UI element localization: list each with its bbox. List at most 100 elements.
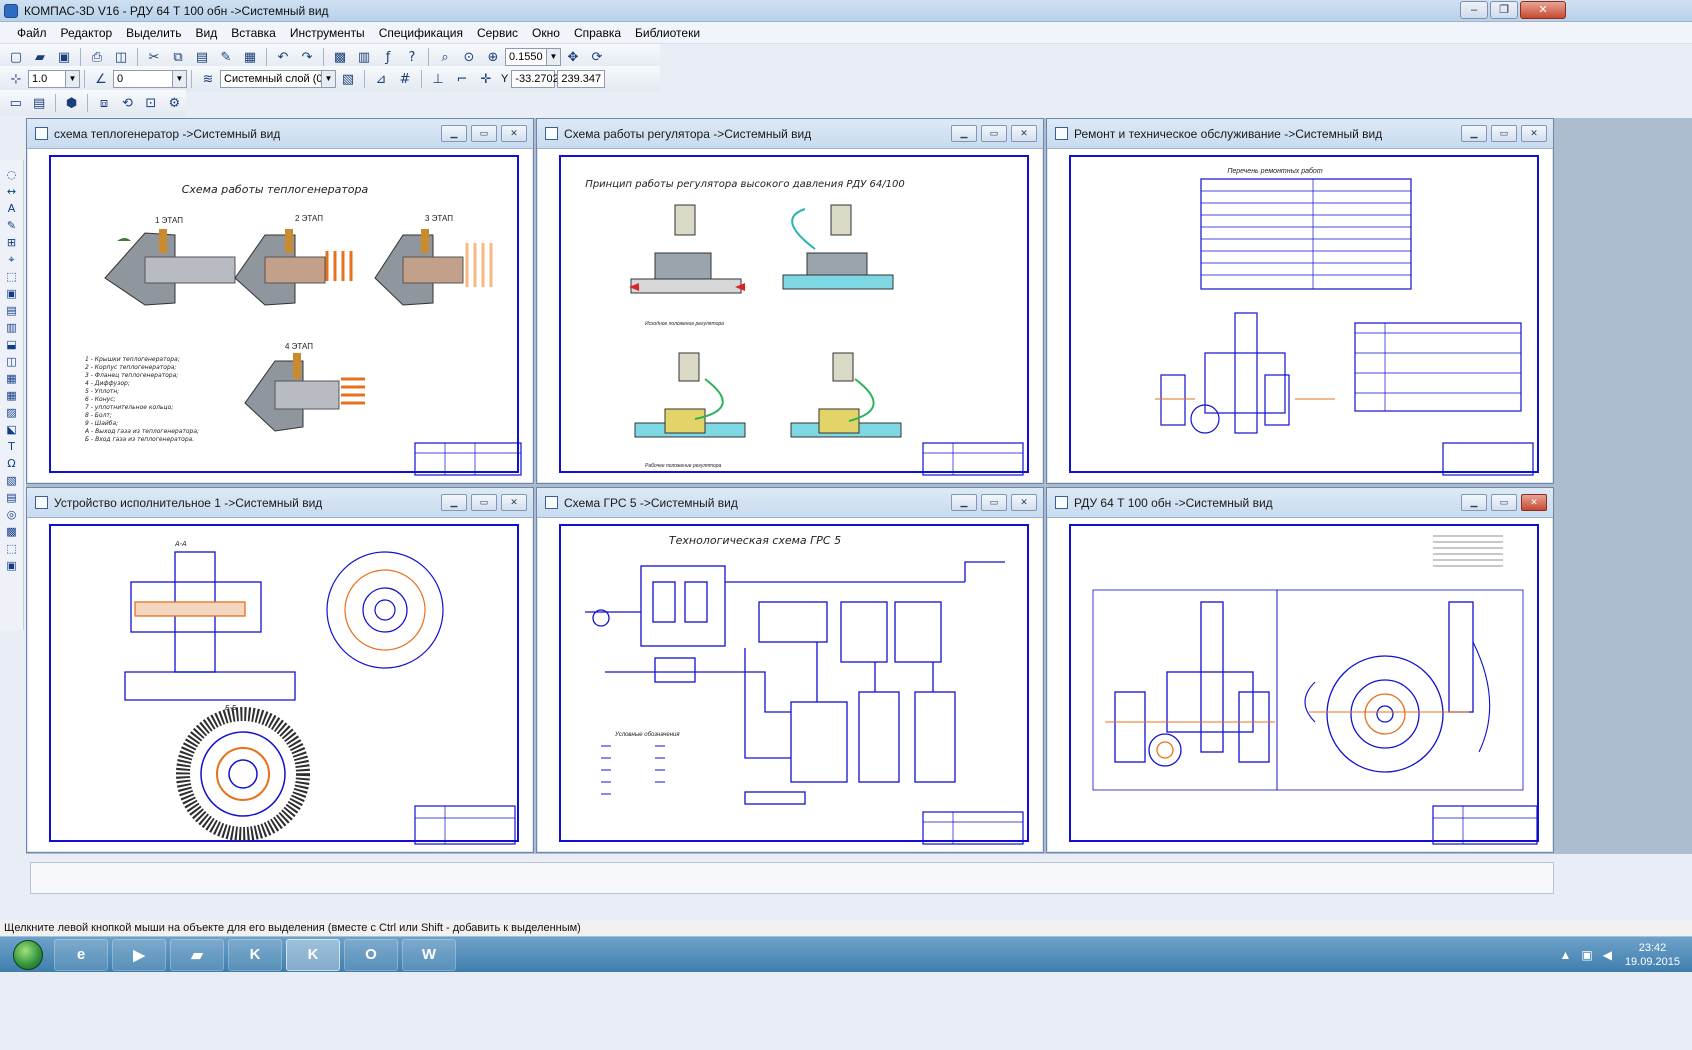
zoom-combo[interactable]: 0.1550 ▼ — [505, 48, 561, 66]
local-cs-icon[interactable]: ⊥ — [427, 68, 449, 90]
document-header[interactable]: схема теплогенератор ->Системный вид ▁ ▭… — [27, 119, 533, 149]
volume-icon[interactable]: ◀ — [1603, 948, 1612, 962]
misc-icon[interactable]: ⬚ — [3, 541, 21, 556]
tray-arrow-icon[interactable]: ▲ — [1559, 948, 1571, 962]
print-icon[interactable]: ⎙ — [86, 46, 108, 68]
layer-props-icon[interactable]: ▧ — [337, 68, 359, 90]
print-stack-icon[interactable]: ▤ — [28, 92, 49, 114]
menu-view[interactable]: Вид — [189, 26, 225, 40]
layer-combo[interactable]: Системный слой (0) ▼ — [220, 70, 336, 88]
macro-icon[interactable]: ⬕ — [3, 422, 21, 437]
properties-icon[interactable]: ▦ — [239, 46, 261, 68]
drawing-area[interactable]: Перечень ремонтных работ — [1055, 153, 1545, 477]
menu-tools[interactable]: Инструменты — [283, 26, 372, 40]
step-combo[interactable]: 1.0 ▼ — [28, 70, 80, 88]
text-icon[interactable]: T — [3, 439, 21, 454]
clock[interactable]: 23:42 19.09.2015 — [1625, 941, 1680, 969]
image-icon[interactable]: ▣ — [3, 558, 21, 573]
explorer-icon[interactable]: ▰ — [170, 938, 224, 971]
doc-minimize-button[interactable]: ▁ — [951, 494, 977, 511]
dimension-icon[interactable]: ↔ — [3, 184, 21, 199]
doc-minimize-button[interactable]: ▁ — [441, 494, 467, 511]
doc-restore-button[interactable]: ▭ — [1491, 494, 1517, 511]
help-pointer-icon[interactable]: ? — [401, 46, 423, 68]
measure-icon[interactable]: ⌖ — [3, 252, 21, 267]
open-folder-icon[interactable]: ▰ — [29, 46, 51, 68]
pipe-icon[interactable]: ◎ — [3, 507, 21, 522]
drawing-area[interactable]: А-А Б-Б — [35, 522, 525, 846]
kompas-icon[interactable]: K — [228, 938, 282, 971]
drawing-area[interactable]: Технологическая схема ГРС 5 Условные обо… — [545, 522, 1035, 846]
coord-y-field[interactable]: 239.347 — [557, 70, 606, 88]
designation-icon[interactable]: А — [3, 201, 21, 216]
zoom-all-icon[interactable]: ⊙ — [458, 46, 480, 68]
pan-icon[interactable]: ✥ — [562, 46, 584, 68]
undo-icon[interactable]: ↶ — [272, 46, 294, 68]
menu-window[interactable]: Окно — [525, 26, 567, 40]
doc-close-button[interactable]: ✕ — [1011, 125, 1037, 142]
kompas-active-icon[interactable]: K — [286, 938, 340, 971]
redo-icon[interactable]: ↷ — [296, 46, 318, 68]
variables-fx-icon[interactable]: ƒ — [377, 46, 399, 68]
angle-icon[interactable]: ∠ — [90, 68, 112, 90]
layers-panel-icon[interactable]: ▦ — [3, 371, 21, 386]
cursor-snap-icon[interactable]: ✛ — [475, 68, 497, 90]
document-window-1[interactable]: схема теплогенератор ->Системный вид ▁ ▭… — [26, 118, 534, 484]
menu-help[interactable]: Справка — [567, 26, 628, 40]
fragment-icon[interactable]: ◫ — [3, 354, 21, 369]
document-window-2[interactable]: Схема работы регулятора ->Системный вид … — [536, 118, 1044, 484]
ortho-icon[interactable]: ⊿ — [370, 68, 392, 90]
doc-minimize-button[interactable]: ▁ — [951, 125, 977, 142]
geometry-icon[interactable]: ◌ — [3, 167, 21, 182]
bom-icon[interactable]: ▤ — [3, 490, 21, 505]
ie-icon[interactable]: e — [54, 938, 108, 971]
document-header[interactable]: Схема ГРС 5 ->Системный вид ▁ ▭ ✕ — [537, 488, 1043, 518]
opera-icon[interactable]: O — [344, 938, 398, 971]
doc-restore-button[interactable]: ▭ — [471, 494, 497, 511]
association-icon[interactable]: ⧈ — [93, 92, 114, 114]
manager-icon[interactable]: ▩ — [329, 46, 351, 68]
print-preview-icon[interactable]: ◫ — [110, 46, 132, 68]
start-button[interactable] — [6, 938, 50, 972]
associative-views-icon[interactable]: ▣ — [3, 286, 21, 301]
new-document-icon[interactable]: ▢ — [5, 46, 27, 68]
edit-icon[interactable]: ✎ — [3, 218, 21, 233]
drawing-area[interactable] — [1055, 522, 1545, 846]
snap-icon[interactable]: ⊹ — [5, 68, 27, 90]
document-window-6[interactable]: РДУ 64 Т 100 обн ->Системный вид ▁ ▭ ✕ — [1046, 487, 1554, 853]
save-icon[interactable]: ▣ — [53, 46, 75, 68]
layers-icon[interactable]: ≋ — [197, 68, 219, 90]
format-brush-icon[interactable]: ✎ — [215, 46, 237, 68]
zoom-window-icon[interactable]: ⌕ — [434, 46, 456, 68]
hatch-icon[interactable]: ▧ — [3, 473, 21, 488]
grid-icon[interactable]: # — [394, 68, 416, 90]
insert-icon[interactable]: ⬓ — [3, 337, 21, 352]
document-window-5[interactable]: Схема ГРС 5 ->Системный вид ▁ ▭ ✕ Технол… — [536, 487, 1044, 853]
menu-libraries[interactable]: Библиотеки — [628, 26, 707, 40]
check-icon[interactable]: ⊡ — [140, 92, 161, 114]
drawing-area[interactable]: Схема работы теплогенератора 1 ЭТАП 2 ЭТ… — [35, 153, 525, 477]
drawing-icon[interactable]: ▭ — [5, 92, 26, 114]
document-header-active[interactable]: РДУ 64 Т 100 обн ->Системный вид ▁ ▭ ✕ — [1047, 488, 1553, 518]
doc-restore-button[interactable]: ▭ — [1491, 125, 1517, 142]
media-player-icon[interactable]: ▶ — [112, 938, 166, 971]
word-icon[interactable]: W — [402, 938, 456, 971]
settings-icon[interactable]: ⚙ — [164, 92, 185, 114]
doc-close-button[interactable]: ✕ — [501, 494, 527, 511]
doc-restore-button[interactable]: ▭ — [981, 125, 1007, 142]
document-header[interactable]: Ремонт и техническое обслуживание ->Сист… — [1047, 119, 1553, 149]
close-button[interactable]: ✕ — [1520, 1, 1566, 19]
doc-close-button[interactable]: ✕ — [1521, 494, 1547, 511]
menu-specification[interactable]: Спецификация — [372, 26, 470, 40]
doc-restore-button[interactable]: ▭ — [981, 494, 1007, 511]
menu-insert[interactable]: Вставка — [224, 26, 283, 40]
cut-icon[interactable]: ✂ — [143, 46, 165, 68]
menu-editor[interactable]: Редактор — [54, 26, 120, 40]
document-window-3[interactable]: Ремонт и техническое обслуживание ->Сист… — [1046, 118, 1554, 484]
symbol-icon[interactable]: Ω — [3, 456, 21, 471]
select-icon[interactable]: ⬚ — [3, 269, 21, 284]
coord-x-field[interactable]: -33.2702 — [511, 70, 559, 88]
parameterization-icon[interactable]: ⊞ — [3, 235, 21, 250]
zoom-in-icon[interactable]: ⊕ — [482, 46, 504, 68]
doc-minimize-button[interactable]: ▁ — [1461, 125, 1487, 142]
